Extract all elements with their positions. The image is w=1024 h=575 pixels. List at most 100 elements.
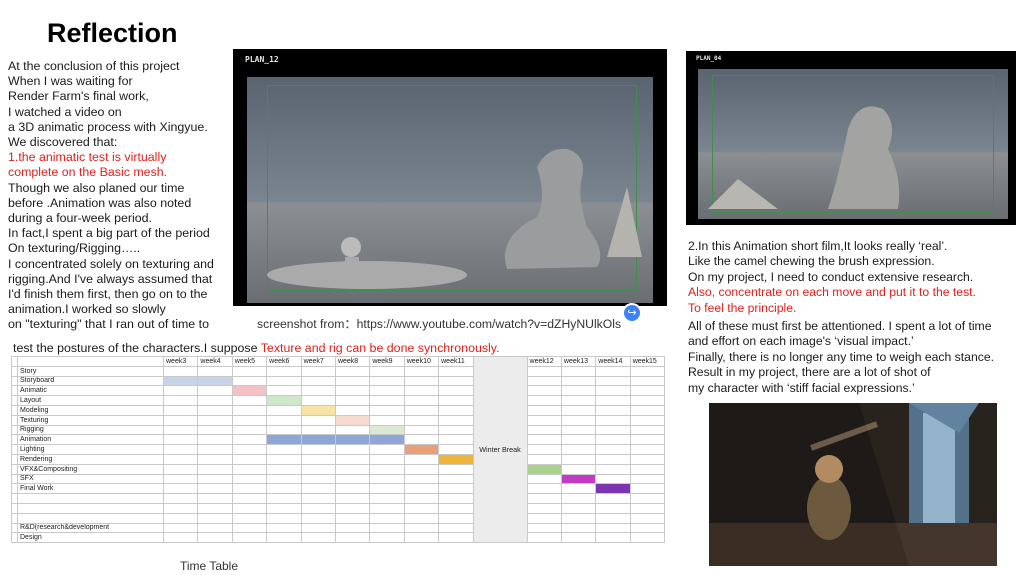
- right-text-line: All of these must first be attentioned. …: [688, 319, 992, 334]
- time-table-cell: [403, 493, 440, 504]
- left-text-line: I concentrated solely on texturing and: [8, 256, 214, 271]
- time-table-row: [11, 512, 666, 524]
- time-table-cell: [162, 493, 199, 504]
- time-table-cell: [629, 463, 666, 475]
- time-table-cell: [629, 444, 666, 455]
- time-table-cell: [300, 483, 336, 495]
- left-text-line: When I was waiting for: [8, 74, 133, 89]
- time-table-cell: [629, 424, 666, 436]
- time-table-cell: [595, 493, 631, 504]
- time-table-row: Storyboard: [11, 375, 666, 387]
- schedule-bar: [266, 434, 302, 446]
- task-label: VFX&Compositing: [17, 463, 164, 475]
- time-table-cell: [197, 493, 233, 504]
- time-table-cell: [560, 414, 597, 426]
- time-table-cell: [560, 404, 597, 416]
- task-label: Storyboard: [17, 375, 164, 387]
- time-table-cell: [266, 453, 302, 465]
- time-table-cell: [266, 375, 302, 387]
- week-header: week13: [560, 356, 597, 367]
- time-table-cell: [334, 365, 371, 377]
- time-table-cell: [334, 395, 371, 406]
- time-table-cell: [595, 502, 631, 514]
- time-table-cell: [438, 493, 474, 504]
- time-table-cell: [526, 385, 562, 397]
- time-table-cell: [197, 502, 233, 514]
- time-table-cell: [231, 483, 268, 495]
- time-table-cell: [231, 522, 268, 534]
- time-table-cell: [438, 365, 474, 377]
- schedule-bar: [560, 473, 597, 485]
- time-table-cell: [300, 473, 336, 485]
- time-table-cell: [526, 365, 562, 377]
- time-table-cell: [197, 414, 233, 426]
- time-table-cell: [334, 444, 371, 455]
- schedule-bar: [162, 375, 199, 387]
- time-table-cell: [629, 404, 666, 416]
- time-table-cell: [369, 532, 405, 544]
- time-table-cell: [560, 502, 597, 514]
- time-table-cell: [162, 453, 199, 465]
- time-table-cell: [162, 463, 199, 475]
- time-table-cell: [403, 414, 440, 426]
- time-table-cell: [560, 453, 597, 465]
- time-table-cell: [595, 463, 631, 475]
- week-header: week3: [162, 356, 199, 367]
- time-table-cell: [629, 532, 666, 544]
- time-table-cell: [300, 375, 336, 387]
- time-table-cell: [300, 502, 336, 514]
- time-table-cell: [266, 414, 302, 426]
- time-table-cell: [231, 395, 268, 406]
- time-table-cell: [369, 385, 405, 397]
- time-table-cell: [266, 365, 302, 377]
- time-table-cell: [369, 444, 405, 455]
- film-still-photo: [709, 403, 997, 566]
- time-table-cell: [560, 385, 597, 397]
- time-table-cell: [629, 365, 666, 377]
- time-table-cell: [300, 453, 336, 465]
- task-label: Texturing: [17, 414, 164, 426]
- right-text-line: Also, concentrate on each move and put i…: [688, 285, 976, 300]
- time-table-cell: [526, 473, 562, 485]
- time-table-cell: [629, 493, 666, 504]
- left-text-highlight: 1.the animatic test is virtually: [8, 150, 167, 165]
- time-table-cell: [300, 395, 336, 406]
- task-label: R&D(research&development: [17, 522, 164, 534]
- right-text-line: Result in my project, there are a lot of…: [688, 365, 931, 380]
- time-table-cell: [526, 512, 562, 524]
- week-header: week15: [629, 356, 666, 367]
- task-label: Rendering: [17, 453, 164, 465]
- time-table-caption: Time Table: [180, 559, 239, 573]
- schedule-bar: [334, 434, 371, 446]
- time-table-cell: [369, 453, 405, 465]
- time-table-cell: [403, 483, 440, 495]
- time-table-cell: [300, 493, 336, 504]
- frame-label: PLAN_12: [245, 55, 279, 64]
- time-table-row: Layout: [11, 395, 666, 406]
- time-table-cell: [266, 463, 302, 475]
- right-text-line: On my project, I need to conduct extensi…: [688, 269, 974, 284]
- share-icon[interactable]: ↪: [622, 303, 642, 323]
- time-table-cell: [334, 463, 371, 475]
- week-header: week14: [595, 356, 631, 367]
- time-table-cell: [526, 414, 562, 426]
- time-table-cell: [526, 404, 562, 416]
- time-table-cell: [231, 532, 268, 544]
- time-table-cell: [162, 512, 199, 524]
- time-table-row: Animation: [11, 434, 666, 446]
- time-table-cell: [300, 522, 336, 534]
- time-table-cell: [231, 414, 268, 426]
- task-label: Animation: [17, 434, 164, 446]
- time-table-cell: [560, 532, 597, 544]
- time-table-cell: [369, 473, 405, 485]
- task-label: Rigging: [17, 424, 164, 436]
- time-table-cell: [197, 473, 233, 485]
- time-table-cell: [197, 385, 233, 397]
- time-table-cell: [334, 404, 371, 416]
- animatic-screenshot-plan-12: PLAN_12: [233, 49, 667, 306]
- time-table-cell: [438, 502, 474, 514]
- time-table-cell: [162, 532, 199, 544]
- time-table-cell: [197, 404, 233, 416]
- right-text-line: my character with ‘stiff facial expressi…: [688, 380, 915, 395]
- time-table-cell: [266, 424, 302, 436]
